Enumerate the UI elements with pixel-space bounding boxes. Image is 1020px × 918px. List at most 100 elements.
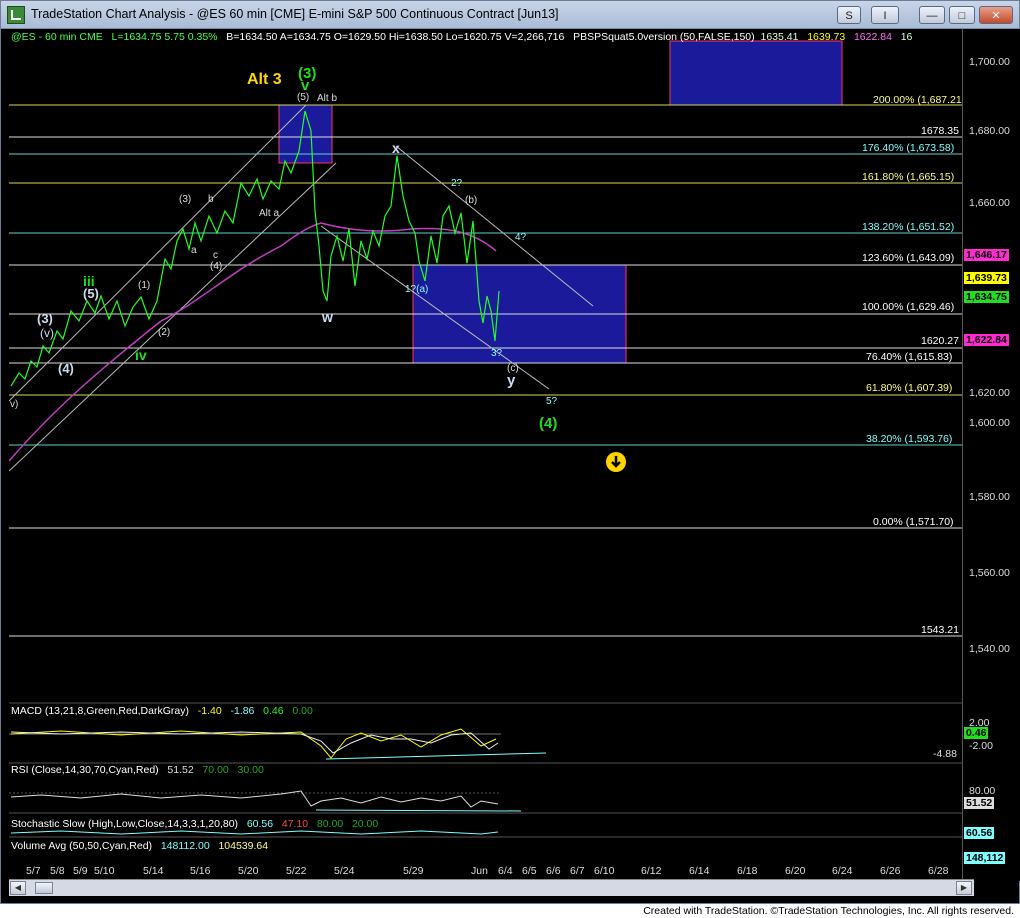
wave-iv-label: iv	[135, 347, 147, 363]
rsi-axis-label: 80.00	[969, 785, 996, 797]
date-label: 5/10	[94, 865, 115, 877]
macd-level-label: -4.88	[933, 748, 957, 760]
date-label: 6/10	[594, 865, 615, 877]
date-label: 5/8	[50, 865, 65, 877]
date-label: 6/12	[641, 865, 662, 877]
price-axis-label: 1,680.00	[969, 125, 1010, 137]
date-label: 6/4	[498, 865, 513, 877]
stoch-value-4: 20.00	[351, 818, 379, 830]
date-label: 6/18	[737, 865, 758, 877]
macd-value-2: -1.86	[230, 705, 255, 717]
wave-v-left-label: (v)	[40, 326, 54, 340]
s-menu-button[interactable]: S	[837, 6, 861, 24]
wave-2q-label: 2?	[451, 178, 463, 189]
macd-value-3: 0.46	[263, 705, 284, 717]
wave-3q-label: 3?	[491, 348, 503, 359]
fib-label-100: 100.00% (1,629.46)	[862, 301, 955, 313]
date-label: 5/29	[403, 865, 424, 877]
date-label: 6/6	[546, 865, 561, 877]
level-label-1620: 1620.27	[921, 335, 959, 347]
price-axis-label: 1,560.00	[969, 567, 1010, 579]
wave-x-label: x	[392, 140, 400, 156]
fib-label-176: 176.40% (1,673.58)	[862, 142, 955, 154]
date-label: Jun	[471, 865, 488, 877]
price-marker-high: 1,639.73	[964, 272, 1009, 284]
date-label: 6/5	[522, 865, 537, 877]
fib-label-123: 123.60% (1,643.09)	[862, 252, 955, 264]
date-label: 5/16	[190, 865, 211, 877]
fib-label-76: 76.40% (1,615.83)	[866, 351, 953, 363]
horizontal-scrollbar[interactable]: ◀ ▶	[9, 879, 974, 896]
date-label: 5/24	[334, 865, 355, 877]
study-value-3: 1622.84	[853, 31, 892, 43]
rsi-label-line: RSI (Close,14,30,70,Cyan,Red) 51.52 70.0…	[11, 764, 264, 776]
quote-values: B=1634.50 A=1634.75 O=1629.50 Hi=1638.50…	[226, 31, 565, 43]
price-axis-label: 1,540.00	[969, 643, 1010, 655]
scroll-right-button[interactable]: ▶	[956, 881, 972, 895]
macd-label-line: MACD (13,21,8,Green,Red,DarkGray) -1.40 …	[11, 705, 313, 717]
price-axis-label: 1,580.00	[969, 491, 1010, 503]
wave-1q-a-label: 1?(a)	[405, 284, 429, 295]
volume-marker: 148,112	[964, 852, 1006, 864]
price-axis-label: 1,620.00	[969, 387, 1010, 399]
stoch-label-line: Stochastic Slow (High,Low,Close,14,3,3,1…	[11, 818, 378, 830]
close-button[interactable]: ✕	[979, 6, 1013, 24]
scroll-left-button[interactable]: ◀	[10, 881, 26, 895]
down-arrow-alert-icon[interactable]	[606, 452, 626, 472]
date-label: 5/22	[286, 865, 307, 877]
fib-label-138: 138.20% (1,651.52)	[862, 221, 955, 233]
wave-2-label: (2)	[158, 327, 171, 338]
rsi-marker: 51.52	[964, 797, 995, 809]
price-axis[interactable]: 1,700.00 1,680.00 1,660.00 1,620.00 1,60…	[962, 29, 1020, 881]
wave-w-label: w	[322, 309, 333, 325]
study-value-4: 16	[900, 31, 913, 43]
wave-v-edge-label: v)	[10, 399, 19, 410]
wave-alt-b-label: Alt b	[317, 93, 338, 104]
rsi-value-3: 30.00	[237, 764, 264, 776]
stoch-value-3: 80.00	[316, 818, 344, 830]
price-axis-label: 1,700.00	[969, 56, 1010, 68]
date-label: 5/20	[238, 865, 259, 877]
volume-label-line: Volume Avg (50,50,Cyan,Red) 148112.00 10…	[11, 840, 268, 852]
fib-label-61: 61.80% (1,607.39)	[866, 382, 953, 394]
symbol-info-line: @ES - 60 min CME L=1634.75 5.75 0.35% B=…	[11, 31, 912, 43]
wave-alt-a-label: Alt a	[259, 208, 280, 219]
chart-window: TradeStation Chart Analysis - @ES 60 min…	[0, 0, 1020, 904]
maximize-button[interactable]: □	[949, 6, 975, 24]
study-value-1: 1635.41	[760, 31, 799, 43]
wave-b-label: b	[208, 194, 214, 205]
wave-5q-label: 5?	[546, 396, 558, 407]
volume-label: Volume Avg (50,50,Cyan,Red)	[11, 840, 153, 852]
level-label-1543: 1543.21	[921, 624, 959, 636]
macd-marker: 0.46	[964, 727, 989, 739]
fib-label-0: 0.00% (1,571.70)	[873, 516, 954, 528]
footer-bar: Created with TradeStation. ©TradeStation…	[0, 904, 1020, 918]
date-label: 6/26	[880, 865, 901, 877]
scroll-thumb[interactable]	[35, 882, 53, 894]
wave-1-label: (1)	[138, 280, 151, 291]
level-label-1678: 1678.35	[921, 125, 959, 137]
i-menu-button[interactable]: I	[871, 6, 899, 24]
fib-label-200: 200.00% (1,687.21)	[873, 94, 966, 106]
date-label: 6/28	[928, 865, 949, 877]
wave-3-mid-label: (3)	[179, 194, 192, 205]
last-price: L=1634.75 5.75 0.35%	[111, 31, 218, 43]
price-marker-ma: 1,646.17	[964, 249, 1009, 261]
rsi-value-1: 51.52	[167, 764, 194, 776]
wave-c-label: c	[213, 250, 218, 261]
wave-alt3-label: Alt 3	[247, 71, 282, 88]
title-bar[interactable]: TradeStation Chart Analysis - @ES 60 min…	[1, 1, 1019, 29]
minimize-button[interactable]: —	[919, 6, 945, 24]
wave-3-left-label: (3)	[37, 311, 53, 326]
macd-value-1: -1.40	[197, 705, 222, 717]
date-label: 5/9	[73, 865, 88, 877]
chart-canvas	[9, 40, 962, 838]
macd-value-4: 0.00	[292, 705, 313, 717]
wave-4q-label: 4?	[515, 232, 527, 243]
price-chart-area[interactable]: @ES - 60 min CME L=1634.75 5.75 0.35% B=…	[9, 29, 966, 881]
stoch-marker: 60.56	[964, 827, 995, 839]
wave-c-paren-label: (c)	[507, 363, 519, 374]
volume-value-1: 148112.00	[160, 840, 210, 852]
wave-4-target-label: (4)	[539, 415, 558, 432]
macd-label: MACD (13,21,8,Green,Red,DarkGray)	[11, 705, 189, 717]
